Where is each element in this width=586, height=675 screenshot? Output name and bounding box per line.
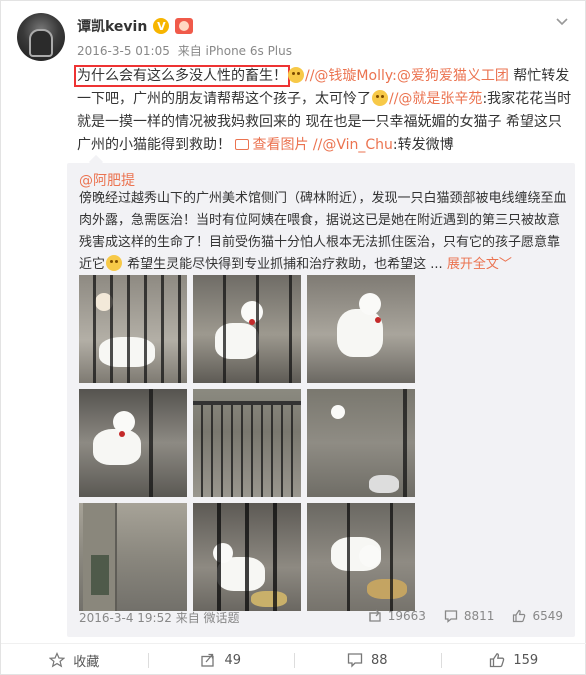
repost-text: 傍晚经过越秀山下的广州美术馆侧门（碑林附近），发现一只白猫颈部被电线缠绕至血肉外… xyxy=(79,191,567,272)
repost-button[interactable]: 49 xyxy=(147,644,295,675)
photo-thumbnail[interactable] xyxy=(307,275,415,383)
repost-meta: 2016-3-4 19:52 来自 微话题 xyxy=(79,609,240,626)
photo-thumbnail[interactable] xyxy=(79,275,187,383)
comment-icon xyxy=(347,653,363,668)
verified-badge-icon[interactable]: V xyxy=(153,18,170,34)
favorite-button[interactable]: 收藏 xyxy=(1,644,148,675)
crying-emoji-icon xyxy=(106,255,123,271)
share-icon xyxy=(369,609,381,622)
member-badge-icon[interactable] xyxy=(175,18,194,34)
photo-thumbnail[interactable] xyxy=(307,503,415,611)
post-content: 为什么会有这么多没人性的畜生！//@钱璇Molly:@爱狗爱猫义工团 帮忙转发一… xyxy=(74,65,573,157)
avatar[interactable] xyxy=(17,13,65,61)
source-prefix: 来自 xyxy=(177,44,202,58)
post-text-segment: :转发微博 xyxy=(392,137,454,153)
repost-footer: 2016-3-4 19:52 来自 微话题 19663 8811 6549 xyxy=(79,609,563,629)
post-meta: 2016-3-5 01:05 来自 iPhone 6s Plus xyxy=(77,42,292,59)
reposted-weibo: @阿肥提 傍晚经过越秀山下的广州美术馆侧门（碑林附近），发现一只白猫颈部被电线缠… xyxy=(67,163,575,637)
photo-thumbnail[interactable] xyxy=(79,389,187,497)
author-row: 谭凯kevin V xyxy=(77,15,194,37)
action-bar: 收藏 49 88 159 xyxy=(1,643,586,675)
repost-source[interactable]: 微话题 xyxy=(204,611,240,625)
repost-stats: 19663 8811 6549 xyxy=(368,609,563,623)
photo-thumbnail[interactable] xyxy=(193,389,301,497)
photo-thumbnail[interactable] xyxy=(193,275,301,383)
repost-share-stat[interactable]: 19663 xyxy=(368,609,426,623)
source-prefix: 来自 xyxy=(175,611,200,625)
comment-button[interactable]: 88 xyxy=(294,644,441,675)
post-timestamp[interactable]: 2016-3-5 01:05 xyxy=(77,44,170,58)
repost-like-stat[interactable]: 6549 xyxy=(512,609,563,623)
picture-icon xyxy=(235,139,250,150)
repost-author[interactable]: @阿肥提 xyxy=(79,170,135,190)
crying-emoji-icon xyxy=(288,67,304,83)
view-pictures-link[interactable]: 查看图片 xyxy=(235,137,308,153)
post-source[interactable]: iPhone 6s Plus xyxy=(206,44,292,58)
comment-icon xyxy=(444,610,458,623)
thumbs-up-icon xyxy=(490,653,505,668)
photo-thumbnail[interactable] xyxy=(79,503,187,611)
photo-thumbnail[interactable] xyxy=(193,503,301,611)
photo-thumbnail[interactable] xyxy=(307,389,415,497)
highlighted-text: 为什么会有这么多没人性的畜生！ xyxy=(74,65,290,87)
star-icon xyxy=(49,652,66,668)
thumbs-up-icon xyxy=(513,609,526,623)
crying-emoji-icon xyxy=(372,90,388,106)
expand-full-text-link[interactable]: 展开全文﹀ xyxy=(447,257,512,272)
like-button[interactable]: 159 xyxy=(440,644,586,675)
repost-chain-link[interactable]: //@Vin_Chu xyxy=(308,137,393,153)
repost-timestamp[interactable]: 2016-3-4 19:52 xyxy=(79,611,172,625)
username[interactable]: 谭凯kevin xyxy=(77,16,147,36)
chevron-down-icon[interactable] xyxy=(555,13,569,27)
repost-chain-link[interactable]: //@钱璇Molly:@爱狗爱猫义工团 xyxy=(305,68,509,84)
repost-chain-link[interactable]: //@就是张辛苑 xyxy=(389,91,482,107)
share-icon xyxy=(201,653,215,667)
weibo-post-card: 谭凯kevin V 2016-3-5 01:05 来自 iPhone 6s Pl… xyxy=(0,0,586,675)
repost-comment-stat[interactable]: 8811 xyxy=(444,609,494,623)
